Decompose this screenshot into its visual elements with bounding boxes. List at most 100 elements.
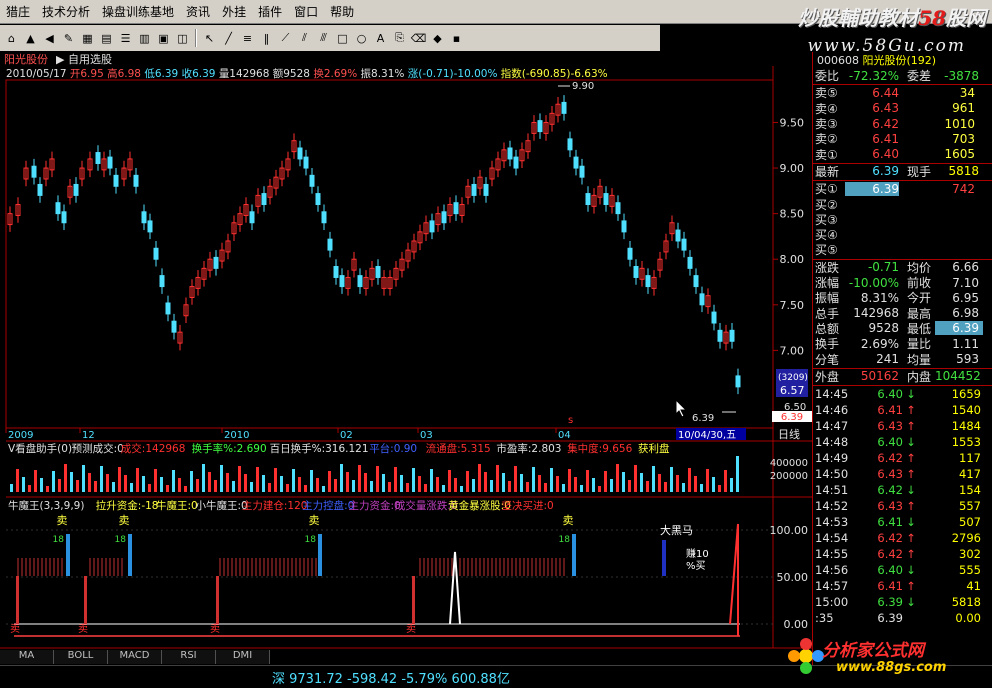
menu-item-hunt[interactable]: 猎庄 (0, 3, 36, 20)
cursor-icon[interactable]: ↖ (201, 30, 218, 47)
mouse-cursor-icon (675, 398, 688, 418)
volume-bar (568, 469, 571, 492)
sell-level-row: 卖③ 6.42 1010 (813, 116, 992, 132)
menu-item-plugins[interactable]: 插件 (252, 3, 288, 20)
tab-boll[interactable]: BOLL (54, 650, 108, 664)
candle-body (107, 156, 113, 169)
cursor-box-label: (3209) (778, 373, 808, 383)
lower-indicator-item: 拉升资金:-18 (96, 499, 159, 512)
tick-price: 6.39 (877, 594, 903, 609)
tick-time: 15:00 (815, 594, 849, 609)
buy-signal-label: 卖 (563, 514, 574, 527)
tick-time: 14:49 (815, 450, 849, 465)
chart-icon[interactable]: ▥ (136, 30, 153, 47)
red-rise-line (729, 523, 739, 636)
candle-body (31, 165, 37, 178)
buy-signal-label: 卖 (57, 514, 68, 527)
tab-dmi[interactable]: DMI (216, 650, 270, 664)
volume-bar (94, 481, 97, 492)
info-close: 收6.39 (181, 68, 216, 80)
volume-bar (232, 481, 235, 492)
edit-icon[interactable]: ✎ (60, 30, 77, 47)
tick-row: 14:45 6.40 ↓ 1659 (813, 386, 992, 402)
list-icon[interactable]: ☰ (117, 30, 134, 47)
text-icon[interactable]: A (372, 30, 389, 47)
weicha-value: -3878 (944, 68, 979, 83)
volume-bar (430, 469, 433, 492)
volume-bar (664, 482, 667, 492)
arrow-up-icon: ↑ (906, 450, 916, 465)
tab-ma[interactable]: MA (0, 650, 54, 664)
save-icon[interactable]: ▪ (448, 30, 465, 47)
tab-stock-name[interactable]: 阳光股份 (0, 51, 52, 67)
layout-icon[interactable]: ◫ (174, 30, 191, 47)
volume-bar (22, 477, 25, 492)
hline-icon[interactable]: ≡ (239, 30, 256, 47)
menu-item-tech-analysis[interactable]: 技术分析 (36, 3, 96, 20)
stat-value2: 6.39 (935, 321, 983, 336)
tab-macd[interactable]: MACD (108, 650, 162, 664)
fibo-icon[interactable]: ⫽ (296, 30, 313, 47)
info-open: 开6.95 (69, 68, 104, 80)
tab-rsi[interactable]: RSI (162, 650, 216, 664)
home-icon[interactable]: ⌂ (3, 30, 20, 47)
sell-level-price: 6.42 (872, 116, 899, 131)
volume-bar (520, 474, 523, 492)
volume-bar (442, 485, 445, 492)
candle-body (73, 183, 79, 196)
tick-row: 14:50 6.43 ↑ 417 (813, 466, 992, 482)
table-icon[interactable]: ▤ (98, 30, 115, 47)
circle-icon[interactable]: ○ (353, 30, 370, 47)
menu-item-training[interactable]: 操盘训练基地 (96, 3, 180, 20)
window-icon[interactable]: ▣ (155, 30, 172, 47)
tab-custom-select[interactable]: ▶ 自用选股 (52, 51, 116, 67)
sell-signal-label: 卖 (10, 623, 20, 635)
tick-list[interactable]: 14:45 6.40 ↓ 1659 14:46 6.41 ↑ 1540 14:47 6.43 ↑ 14… (813, 386, 992, 626)
back-icon[interactable]: ◀ (41, 30, 58, 47)
volume-bar (496, 465, 499, 492)
arrow-up-icon: ↑ (906, 466, 916, 481)
lower-indicator-item: 小牛魔王:0 (196, 499, 248, 512)
channel-icon[interactable]: ⫻ (315, 30, 332, 47)
volume-bar (208, 472, 211, 492)
flower-icon (788, 638, 824, 674)
tick-row: :35 6.39 0.00 (813, 610, 992, 626)
volume-bar (220, 465, 223, 492)
volume-bar (334, 479, 337, 492)
volume-bar (388, 482, 391, 492)
volume-bar (346, 472, 349, 492)
menu-item-window[interactable]: 窗口 (288, 3, 324, 20)
buy-level-price: 6.39 (845, 181, 899, 196)
grid-icon[interactable]: ▦ (79, 30, 96, 47)
vol-axis-label: 200000 (770, 471, 808, 482)
buy-level-row: 买⑤ (813, 242, 992, 257)
price-axis-label: 8.00 (780, 253, 805, 266)
line-icon[interactable]: ╱ (220, 30, 237, 47)
blue-signal-bar (128, 534, 132, 576)
volume-bar (160, 477, 163, 492)
volume-bar (112, 482, 115, 492)
eraser-icon[interactable]: ⌫ (410, 30, 427, 47)
color-icon[interactable]: ◆ (429, 30, 446, 47)
menu-item-help[interactable]: 帮助 (324, 3, 360, 20)
tick-volume: 5818 (951, 594, 981, 609)
sell-level-vol: 703 (952, 131, 975, 146)
volume-bar (328, 471, 331, 492)
stat-row: 涨跌 -0.71 均价 6.66 (813, 260, 992, 275)
tick-volume: 154 (959, 482, 981, 497)
stat-row: 振幅 8.31% 今开 6.95 (813, 290, 992, 306)
fan-icon[interactable]: ⟋ (277, 30, 294, 47)
sell-level-price: 6.41 (872, 131, 899, 146)
blue-signal-bar (318, 534, 322, 576)
menu-item-plugins-ext[interactable]: 外挂 (216, 3, 252, 20)
vline-icon[interactable]: ‖ (258, 30, 275, 47)
volume-bar (424, 484, 427, 492)
candle-body (333, 266, 339, 278)
signal-number: 18 (53, 535, 65, 545)
copy-icon[interactable]: ⎘ (391, 30, 408, 47)
candle-body (471, 183, 477, 196)
rect-icon[interactable]: □ (334, 30, 351, 47)
menu-item-news[interactable]: 资讯 (180, 3, 216, 20)
alert-icon[interactable]: ▲ (22, 30, 39, 47)
candle-body (603, 193, 609, 206)
